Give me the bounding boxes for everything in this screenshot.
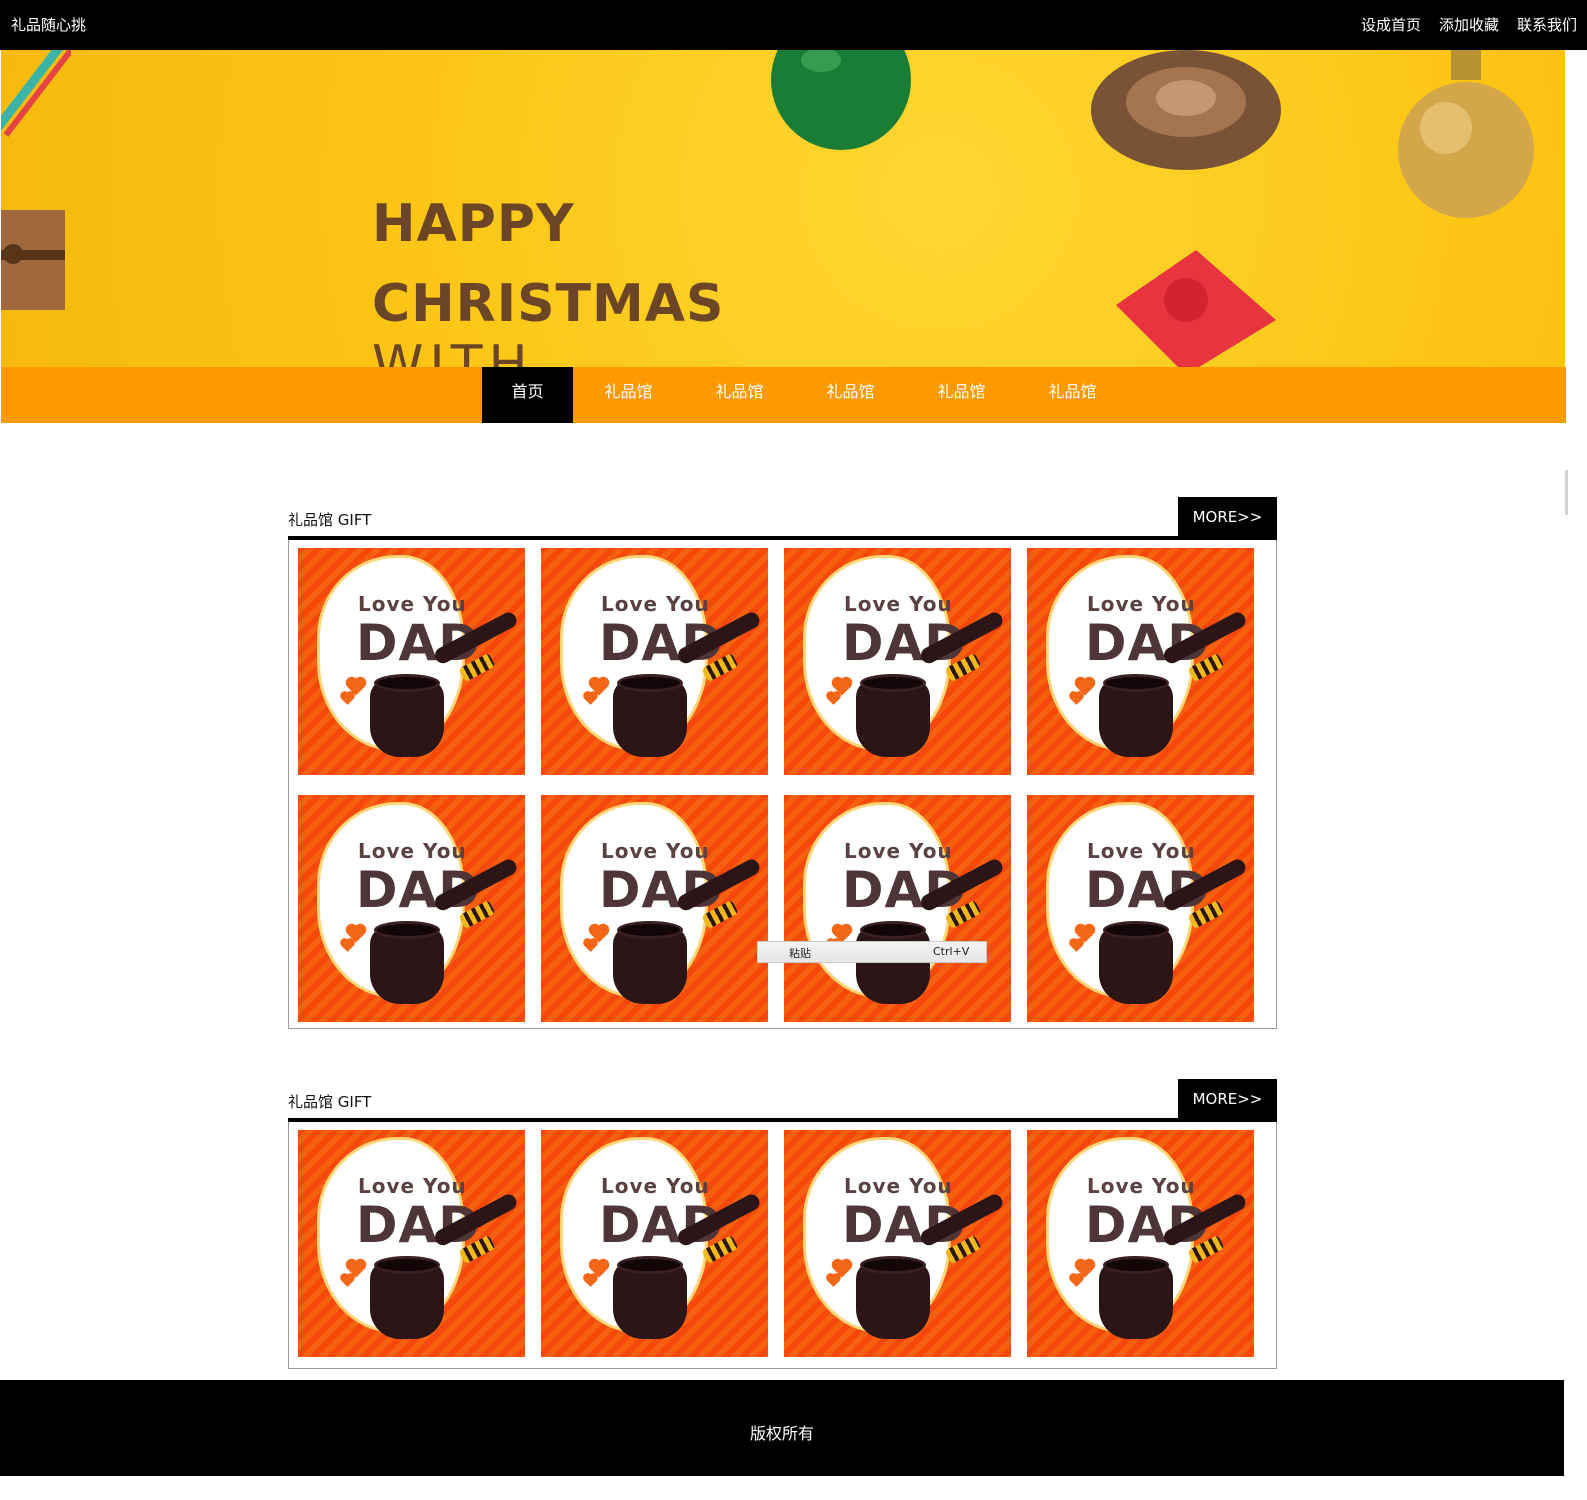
product-grid: Love You DAD Love You DAD Love You DAD Love Yo… xyxy=(298,1130,1268,1357)
top-bar: 礼品随心挑 设成首页 添加收藏 联系我们 xyxy=(0,0,1587,50)
nav-item-gift-hall-4[interactable]: 礼品馆 xyxy=(906,367,1017,423)
banner-line-christmas: CHRISTMAS xyxy=(372,274,725,334)
product-card[interactable]: Love You DAD xyxy=(541,1130,768,1357)
scrollbar[interactable] xyxy=(1565,470,1568,515)
gold-ornament-image xyxy=(1398,50,1534,218)
context-menu-paste[interactable]: 粘贴 xyxy=(789,945,811,961)
product-card[interactable]: Love You DAD xyxy=(1027,1130,1254,1357)
banner-heading: HAPPY CHRISTMAS xyxy=(372,184,724,344)
pipe-rim-image xyxy=(617,921,683,939)
copyright-text: 版权所有 xyxy=(749,1424,814,1443)
more-button[interactable]: MORE>> xyxy=(1178,1079,1277,1120)
nav-item-gift-hall-1[interactable]: 礼品馆 xyxy=(573,367,684,423)
pipe-rim-image xyxy=(860,674,926,692)
pipe-rim-image xyxy=(617,674,683,692)
set-homepage-link[interactable]: 设成首页 xyxy=(1361,14,1421,35)
top-links: 设成首页 添加收藏 联系我们 xyxy=(1361,14,1577,35)
banner-line-happy: HAPPY xyxy=(372,194,575,254)
product-grid-box: Love You DAD Love You DAD Love You DAD Love Yo… xyxy=(288,1122,1277,1369)
green-ornament-image xyxy=(771,50,911,150)
section-divider xyxy=(288,536,1277,540)
section-header: 礼品馆 GIFT MORE>> xyxy=(288,1079,1277,1122)
pipe-rim-image xyxy=(860,1256,926,1274)
product-card[interactable]: Love You DAD xyxy=(784,548,1011,775)
product-text-love: Love You xyxy=(844,1174,953,1198)
footer: 版权所有 xyxy=(0,1380,1564,1476)
pipe-rim-image xyxy=(617,1256,683,1274)
product-text-love: Love You xyxy=(1087,592,1196,616)
pipe-rim-image xyxy=(1103,921,1169,939)
more-button[interactable]: MORE>> xyxy=(1178,497,1277,538)
product-text-love: Love You xyxy=(844,839,953,863)
section-title: 礼品馆 GIFT xyxy=(288,511,372,529)
add-favorite-link[interactable]: 添加收藏 xyxy=(1439,14,1499,35)
gift-box-image xyxy=(1,210,65,310)
nav-item-gift-hall-5[interactable]: 礼品馆 xyxy=(1017,367,1128,423)
main-nav: 首页 礼品馆 礼品馆 礼品馆 礼品馆 礼品馆 xyxy=(1,367,1566,423)
product-text-love: Love You xyxy=(601,592,710,616)
product-card[interactable]: Love You DAD xyxy=(298,1130,525,1357)
product-text-love: Love You xyxy=(601,839,710,863)
site-name: 礼品随心挑 xyxy=(11,16,87,34)
product-text-love: Love You xyxy=(358,1174,467,1198)
gift-section-2: 礼品馆 GIFT MORE>> Love You DAD Love You DAD Lo… xyxy=(288,1079,1277,1369)
candy-cane-image xyxy=(1,50,71,137)
pipe-rim-image xyxy=(374,921,440,939)
pipe-rim-image xyxy=(860,921,926,939)
product-card[interactable]: Love You DAD xyxy=(541,548,768,775)
product-text-love: Love You xyxy=(1087,1174,1196,1198)
hero-banner: HAPPY CHRISTMAS WITH xyxy=(1,50,1565,368)
product-card[interactable]: Love You DAD xyxy=(298,548,525,775)
red-gift-image xyxy=(1116,250,1276,368)
context-menu[interactable]: 粘贴 Ctrl+V xyxy=(757,941,987,963)
nav-item-gift-hall-2[interactable]: 礼品馆 xyxy=(684,367,795,423)
product-card[interactable]: Love You DAD xyxy=(784,1130,1011,1357)
product-card[interactable]: Love You DAD xyxy=(1027,548,1254,775)
context-menu-shortcut: Ctrl+V xyxy=(933,945,970,958)
product-text-love: Love You xyxy=(844,592,953,616)
section-title: 礼品馆 GIFT xyxy=(288,1093,372,1111)
nav-item-home[interactable]: 首页 xyxy=(482,367,573,423)
product-card[interactable]: Love You DAD xyxy=(541,795,768,1022)
pipe-rim-image xyxy=(1103,674,1169,692)
section-header: 礼品馆 GIFT MORE>> xyxy=(288,497,1277,540)
product-text-love: Love You xyxy=(1087,839,1196,863)
nav-item-gift-hall-3[interactable]: 礼品馆 xyxy=(795,367,906,423)
contact-us-link[interactable]: 联系我们 xyxy=(1517,14,1577,35)
pipe-rim-image xyxy=(374,674,440,692)
banner-line-with: WITH xyxy=(372,335,534,368)
product-text-love: Love You xyxy=(601,1174,710,1198)
pinecone-image xyxy=(1091,50,1281,170)
product-card[interactable]: Love You DAD xyxy=(1027,795,1254,1022)
pipe-rim-image xyxy=(1103,1256,1169,1274)
section-divider xyxy=(288,1118,1277,1122)
product-card[interactable]: Love You DAD xyxy=(784,795,1011,1022)
product-text-love: Love You xyxy=(358,839,467,863)
product-text-love: Love You xyxy=(358,592,467,616)
pipe-rim-image xyxy=(374,1256,440,1274)
product-card[interactable]: Love You DAD xyxy=(298,795,525,1022)
